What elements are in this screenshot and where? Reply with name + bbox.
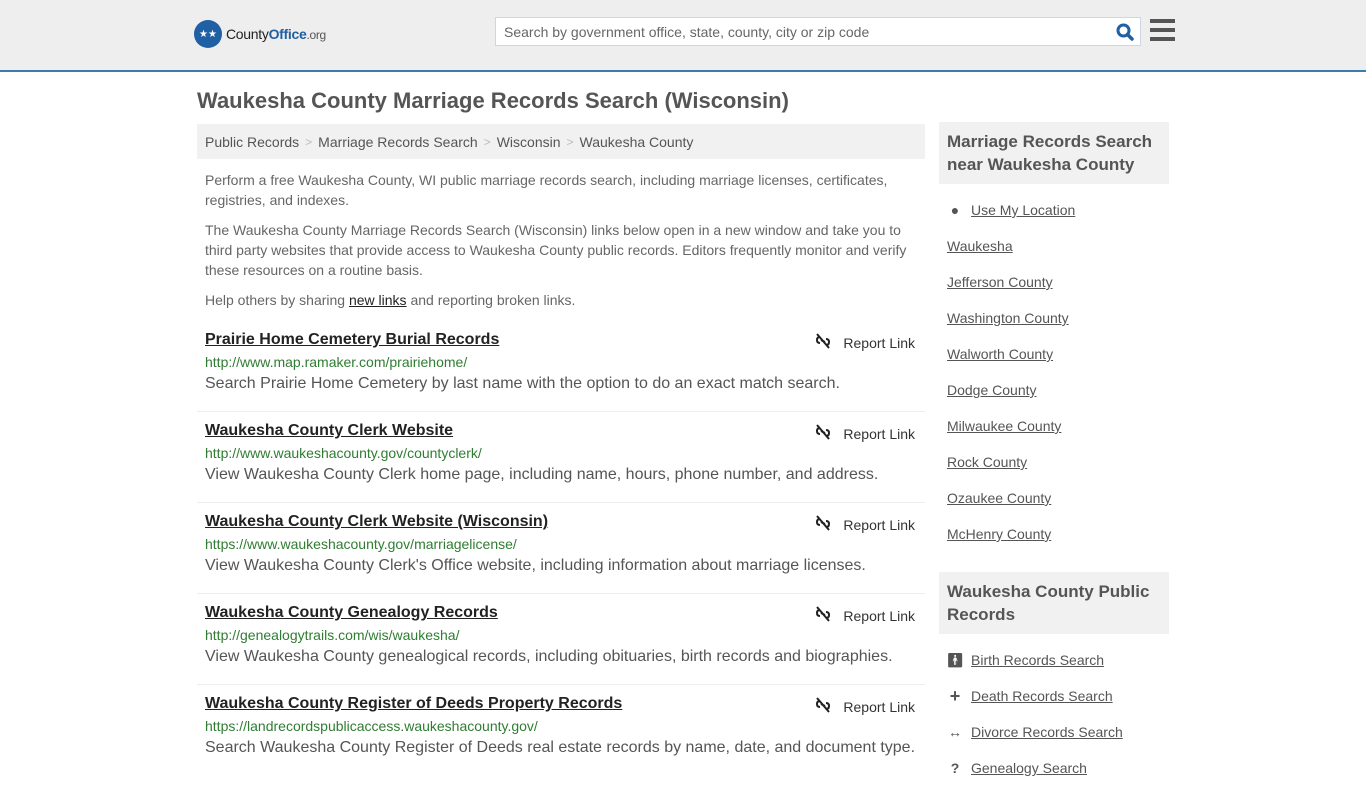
public-records-heading: Waukesha County Public Records	[939, 572, 1169, 634]
disclaimer-paragraph: The Waukesha County Marriage Records Sea…	[205, 222, 907, 278]
record-description: View Waukesha County Clerk home page, in…	[205, 466, 879, 483]
arrows-icon: ↔	[948, 724, 962, 740]
broken-link-icon	[815, 333, 831, 352]
record-title-link[interactable]: Waukesha County Genealogy Records	[205, 604, 498, 622]
record-description: View Waukesha County genealogical record…	[205, 648, 893, 665]
broken-link-icon	[815, 606, 831, 625]
logo[interactable]: ★★ CountyOffice.org	[194, 20, 326, 48]
logo-eagle-icon: ★★	[194, 20, 222, 48]
nearby-heading: Marriage Records Search near Waukesha Co…	[939, 122, 1169, 184]
nearby-link[interactable]: Milwaukee County	[947, 418, 1061, 434]
broken-link-icon	[815, 515, 831, 534]
nearby-link[interactable]: Waukesha	[947, 238, 1013, 254]
breadcrumb-separator: >	[483, 134, 491, 149]
new-links-link[interactable]: new links	[349, 292, 407, 308]
breadcrumb-waukesha-county[interactable]: Waukesha County	[580, 134, 694, 150]
record-description: Search Waukesha County Register of Deeds…	[205, 739, 916, 756]
record-entry: Prairie Home Cemetery Burial Records Rep…	[197, 321, 925, 412]
report-link-button[interactable]: Report Link	[815, 333, 915, 352]
nearby-item: Ozaukee County	[947, 480, 1161, 516]
public-record-item: + Death Records Search	[947, 678, 1161, 714]
person-icon: 🚹︎	[946, 651, 964, 668]
sidebar: Marriage Records Search near Waukesha Co…	[939, 122, 1169, 786]
page-title: Waukesha County Marriage Records Search …	[197, 88, 789, 113]
record-title-link[interactable]: Prairie Home Cemetery Burial Records	[205, 331, 499, 349]
breadcrumb-public-records[interactable]: Public Records	[205, 134, 299, 150]
record-url[interactable]: http://www.map.ramaker.com/prairiehome/	[205, 354, 917, 370]
public-record-item: 🚹︎ Birth Records Search	[946, 642, 1161, 678]
nearby-link[interactable]: Washington County	[947, 310, 1069, 326]
public-record-item: ? Genealogy Search	[947, 750, 1161, 786]
breadcrumb-separator: >	[305, 134, 313, 149]
report-link-button[interactable]: Report Link	[815, 606, 915, 625]
nearby-item: Waukesha	[947, 228, 1161, 264]
map-marker-icon: ●	[950, 202, 960, 218]
record-title-link[interactable]: Waukesha County Register of Deeds Proper…	[205, 695, 622, 713]
share-paragraph: Help others by sharing new links and rep…	[205, 292, 576, 308]
divorce-records-link[interactable]: Divorce Records Search	[971, 724, 1123, 740]
nearby-item: Dodge County	[947, 372, 1161, 408]
breadcrumb-wisconsin[interactable]: Wisconsin	[497, 134, 561, 150]
nearby-item: Walworth County	[947, 336, 1161, 372]
birth-records-link[interactable]: Birth Records Search	[971, 652, 1104, 668]
breadcrumb-marriage-records[interactable]: Marriage Records Search	[318, 134, 478, 150]
death-records-link[interactable]: Death Records Search	[971, 688, 1113, 704]
hamburger-menu-icon[interactable]	[1150, 19, 1175, 41]
record-entry: Waukesha County Clerk Website (Wisconsin…	[197, 503, 925, 594]
nearby-link[interactable]: McHenry County	[947, 526, 1051, 542]
intro-paragraph: Perform a free Waukesha County, WI publi…	[205, 172, 888, 208]
record-title-link[interactable]: Waukesha County Clerk Website	[205, 422, 453, 440]
record-url[interactable]: https://www.waukeshacounty.gov/marriagel…	[205, 536, 917, 552]
record-list: Prairie Home Cemetery Burial Records Rep…	[197, 321, 925, 776]
record-entry: Waukesha County Clerk Website Report Lin…	[197, 412, 925, 503]
nearby-item: Milwaukee County	[947, 408, 1161, 444]
record-title-link[interactable]: Waukesha County Clerk Website (Wisconsin…	[205, 513, 548, 531]
search-bar	[495, 17, 1141, 46]
breadcrumb: Public Records > Marriage Records Search >…	[197, 124, 925, 159]
nearby-link[interactable]: Rock County	[947, 454, 1027, 470]
broken-link-icon	[815, 697, 831, 716]
public-records-list: 🚹︎ Birth Records Search + Death Records Se…	[939, 634, 1169, 786]
plus-icon: +	[949, 685, 961, 706]
record-description: Search Prairie Home Cemetery by last nam…	[205, 375, 840, 392]
nearby-link[interactable]: Dodge County	[947, 382, 1037, 398]
nearby-link[interactable]: Jefferson County	[947, 274, 1053, 290]
nearby-item: McHenry County	[947, 516, 1161, 552]
nearby-link[interactable]: Ozaukee County	[947, 490, 1051, 506]
site-header: ★★ CountyOffice.org	[0, 0, 1366, 72]
record-url[interactable]: http://genealogytrails.com/wis/waukesha/	[205, 627, 917, 643]
question-icon: ?	[950, 760, 960, 776]
report-link-button[interactable]: Report Link	[815, 697, 915, 716]
record-url[interactable]: http://www.waukeshacounty.gov/countycler…	[205, 445, 917, 461]
record-entry: Waukesha County Genealogy Records Report…	[197, 594, 925, 685]
record-description: View Waukesha County Clerk's Office webs…	[205, 557, 866, 574]
use-my-location-link[interactable]: Use My Location	[971, 202, 1075, 218]
nearby-link[interactable]: Walworth County	[947, 346, 1053, 362]
broken-link-icon	[815, 424, 831, 443]
use-location-item: ● Use My Location	[947, 192, 1161, 228]
nearby-item: Jefferson County	[947, 264, 1161, 300]
main-content: Perform a free Waukesha County, WI publi…	[197, 170, 925, 756]
search-icon[interactable]	[1110, 18, 1140, 45]
report-link-button[interactable]: Report Link	[815, 515, 915, 534]
public-record-item: ↔ Divorce Records Search	[947, 714, 1161, 750]
nearby-item: Rock County	[947, 444, 1161, 480]
breadcrumb-separator: >	[566, 134, 574, 149]
logo-text: CountyOffice.org	[226, 26, 326, 42]
search-input[interactable]	[496, 18, 1110, 45]
record-url[interactable]: https://landrecordspublicaccess.waukesha…	[205, 718, 917, 734]
genealogy-search-link[interactable]: Genealogy Search	[971, 760, 1087, 776]
record-entry: Waukesha County Register of Deeds Proper…	[197, 685, 925, 776]
nearby-list: ● Use My Location Waukesha Jefferson Coun…	[939, 184, 1169, 552]
nearby-item: Washington County	[947, 300, 1161, 336]
report-link-button[interactable]: Report Link	[815, 424, 915, 443]
